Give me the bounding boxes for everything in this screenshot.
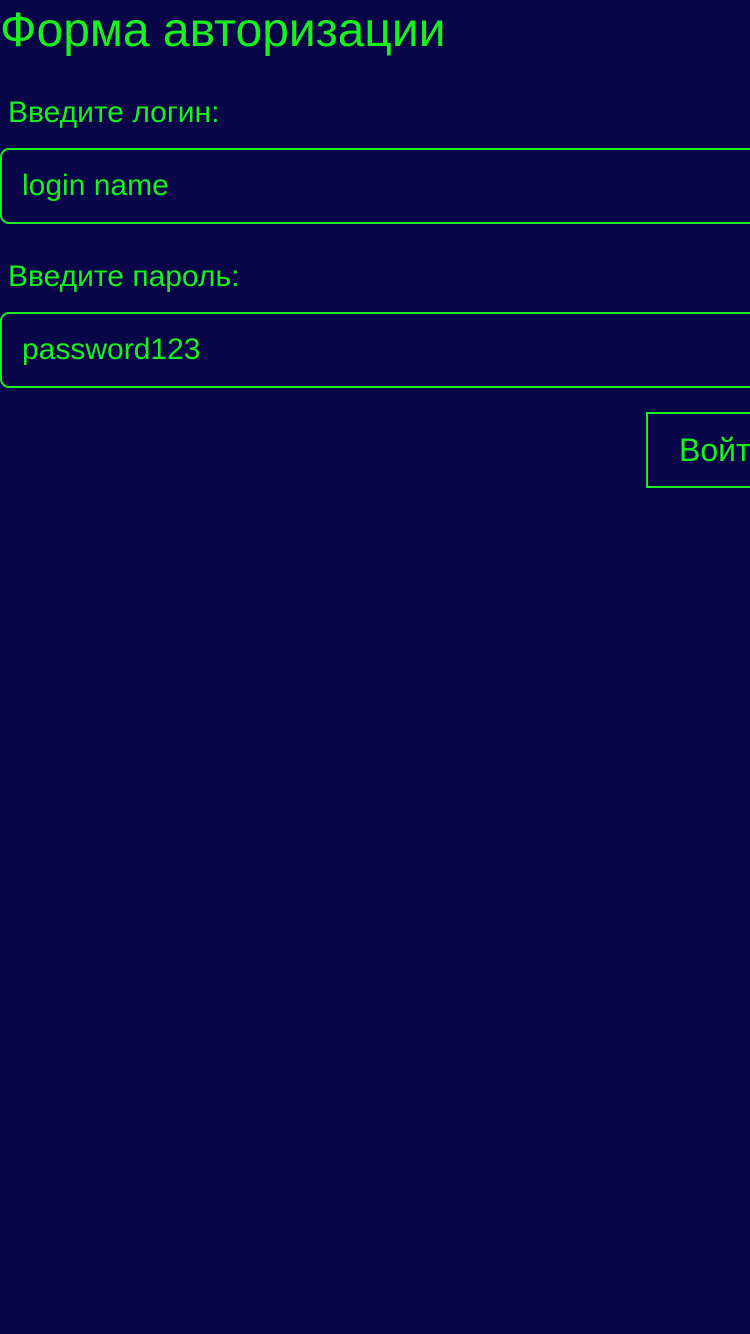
login-label: Введите логин: <box>8 96 220 129</box>
login-input[interactable] <box>0 148 750 224</box>
page-title: Форма авторизации <box>0 4 446 57</box>
password-input[interactable] <box>0 312 750 388</box>
password-label: Введите пароль: <box>8 260 240 293</box>
login-button[interactable]: Войти <box>646 412 750 488</box>
auth-page: Форма авторизации Введите логин: Введите… <box>0 0 750 1334</box>
